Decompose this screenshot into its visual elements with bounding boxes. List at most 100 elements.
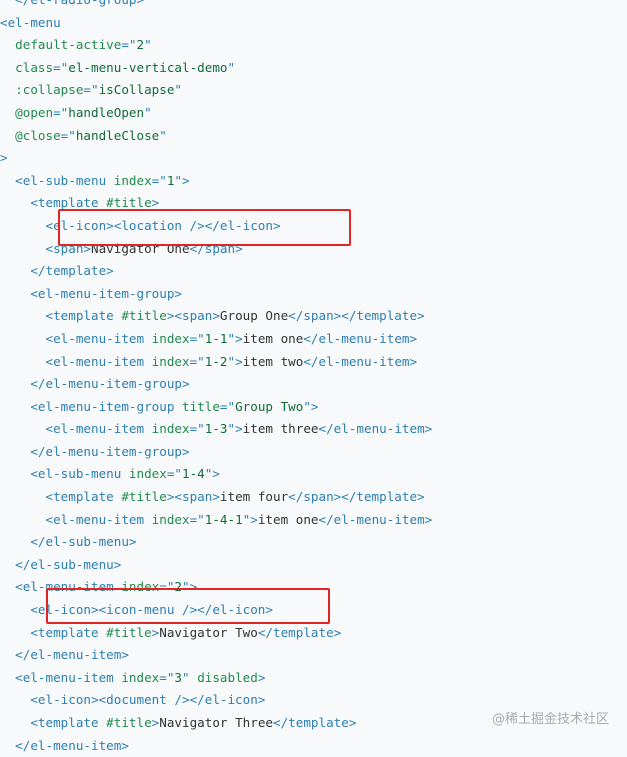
code-token: 1-4-1 xyxy=(204,511,243,527)
code-token: > xyxy=(257,669,266,685)
code-token: 3 xyxy=(174,669,183,685)
code-token: Group One xyxy=(219,308,289,324)
code-token: <el-menu-item xyxy=(45,353,152,369)
code-token: </el-menu-item> xyxy=(15,647,129,663)
code-token: index xyxy=(151,353,190,369)
code-token: <template xyxy=(30,715,107,730)
code-line: <span>Navigator One</span> xyxy=(0,238,627,261)
code-token: item four xyxy=(219,489,289,505)
code-token: 2 xyxy=(174,579,183,595)
code-line: default-active="2" xyxy=(0,34,627,57)
code-line: <el-menu-item index="2"> xyxy=(0,576,627,599)
code-token: Group Two xyxy=(235,398,304,414)
code-token: item one xyxy=(242,330,304,346)
code-token: handleClose xyxy=(75,127,160,143)
code-token: Navigator Three xyxy=(159,715,273,730)
code-token: Navigator One xyxy=(91,240,190,256)
code-token: =" xyxy=(53,104,69,120)
code-token: > xyxy=(0,150,8,166)
code-token: 2 xyxy=(136,37,145,53)
code-line: :collapse="isCollapse" xyxy=(0,79,627,102)
code-line: </el-menu-item> xyxy=(0,735,627,757)
code-line: <el-menu-item index="1-1">item one</el-m… xyxy=(0,328,627,351)
code-token: " xyxy=(159,127,167,143)
code-token: <el-menu-item-group xyxy=(30,398,182,414)
code-token: </el-menu-item> xyxy=(318,511,433,527)
code-token: </span></template> xyxy=(288,489,425,505)
code-token: </el-menu-item> xyxy=(318,421,433,437)
code-token: " xyxy=(182,669,198,685)
code-token: index xyxy=(128,466,167,482)
code-token: disabled xyxy=(197,669,258,685)
code-line: <el-menu-item index="3" disabled> xyxy=(0,667,627,690)
code-line: > xyxy=(0,147,627,170)
code-token: <el-sub-menu xyxy=(30,466,129,482)
code-token: </el-menu-item> xyxy=(303,353,418,369)
code-token: <el-menu-item-group> xyxy=(30,285,182,301)
code-token: <el-icon><icon-menu /></el-icon> xyxy=(30,602,273,618)
code-token: </template> xyxy=(257,624,342,640)
code-token: =" xyxy=(166,466,183,482)
code-token: =" xyxy=(83,82,99,98)
code-token: #title xyxy=(106,624,152,640)
code-token: <el-menu-item xyxy=(45,511,152,527)
code-token: item two xyxy=(242,353,304,369)
code-token: @open xyxy=(15,104,54,120)
code-line: </el-sub-menu> xyxy=(0,554,627,577)
code-token: Navigator Two xyxy=(159,624,258,640)
code-token: =" xyxy=(53,59,69,75)
code-token: index xyxy=(113,172,152,188)
code-line: <el-menu-item-group> xyxy=(0,283,627,306)
code-token: "> xyxy=(227,421,243,437)
code-token: "> xyxy=(227,330,243,346)
code-line: <el-menu-item-group title="Group Two"> xyxy=(0,396,627,419)
code-token: #title xyxy=(121,308,167,324)
code-token: " xyxy=(144,104,152,120)
code-token: item one xyxy=(257,511,319,527)
code-token: ><span> xyxy=(166,308,220,324)
code-token: "> xyxy=(242,511,258,527)
code-token: #title xyxy=(106,195,152,211)
code-token: =" xyxy=(189,353,205,369)
code-token: default-active xyxy=(15,37,122,53)
code-token: </span></template> xyxy=(288,308,425,324)
code-token: index xyxy=(151,421,190,437)
code-token: =" xyxy=(159,579,175,595)
code-line: </template> xyxy=(0,260,627,283)
code-token: <el-menu-item xyxy=(15,579,122,595)
code-token: </el-menu-item-group> xyxy=(30,443,190,459)
code-token: 1-3 xyxy=(204,421,228,437)
code-line: </el-menu-item-group> xyxy=(0,441,627,464)
code-line: <template #title><span>item four</span><… xyxy=(0,486,627,509)
code-token: index xyxy=(121,669,160,685)
code-token: ><span> xyxy=(166,489,220,505)
code-token: </el-radio-group> xyxy=(0,0,144,7)
code-token: </span> xyxy=(189,240,243,256)
code-token: <el-icon><document /></el-icon> xyxy=(30,692,266,708)
code-token: " xyxy=(227,59,236,75)
code-token: <template xyxy=(45,308,122,324)
code-token: index xyxy=(121,579,160,595)
code-token: <span> xyxy=(45,240,92,256)
code-token: "> xyxy=(227,353,243,369)
code-token: =" xyxy=(60,127,76,143)
code-token: =" xyxy=(189,421,205,437)
code-token: =" xyxy=(151,172,167,188)
code-token: =" xyxy=(159,669,175,685)
code-token: class xyxy=(15,59,54,75)
code-token: 1-4 xyxy=(182,466,205,482)
